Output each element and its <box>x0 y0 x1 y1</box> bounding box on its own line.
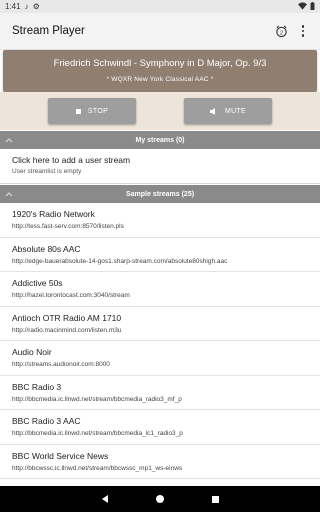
add-stream-title: Click here to add a user stream <box>12 155 131 165</box>
sample-stream-list: 1920's Radio Network http://tess.fast-se… <box>0 203 320 479</box>
list-item[interactable]: Antioch OTR Radio AM 1710 http://radio.m… <box>0 307 320 341</box>
stop-icon <box>75 108 81 114</box>
list-item[interactable]: Absolute 80s AAC http://edge-bauerabsolu… <box>0 238 320 272</box>
chevron-up-icon <box>5 190 13 198</box>
chevron-up-icon <box>5 136 13 144</box>
stream-url: http://bbcmedia.ic.llnwd.net/stream/bbcm… <box>12 430 183 437</box>
music-note-icon: ♪ <box>24 1 29 11</box>
stop-label: STOP <box>87 107 109 115</box>
list-item[interactable]: BBC World Service News http://bbcwssc.ic… <box>0 445 320 479</box>
now-playing-title: Friedrich Schwindl - Symphony in D Major… <box>53 58 267 69</box>
now-playing-station: * WQXR New York Classical AAC * <box>106 76 214 83</box>
mute-label: MUTE <box>224 107 247 115</box>
list-item[interactable]: Addictive 50s http://hazel.torontocast.c… <box>0 272 320 307</box>
stream-name: BBC Radio 3 <box>12 381 62 392</box>
my-streams-header[interactable]: My streams (0) <box>0 131 320 149</box>
mute-button[interactable]: MUTE <box>184 98 272 124</box>
stream-url: http://edge-bauerabsolute-14-gos1.sharp-… <box>12 257 228 265</box>
stream-url: http://tess.fast-serv.com:8570/listen.pl… <box>12 223 124 230</box>
list-item[interactable]: Audio Noir http://streams.audionoir.com:… <box>0 341 320 376</box>
status-bar: 1:41 ♪ ⚙ <box>0 0 320 13</box>
home-icon[interactable] <box>155 495 164 503</box>
speaker-icon <box>209 107 218 115</box>
stream-url: http://hazel.torontocast.com:3040/stream <box>12 292 130 299</box>
app-actions: 2 <box>274 24 308 38</box>
list-item[interactable]: 1920's Radio Network http://tess.fast-se… <box>0 203 320 238</box>
wifi-icon <box>298 1 307 12</box>
stream-name: Antioch OTR Radio AM 1710 <box>12 312 122 323</box>
stream-url: http://streams.audionoir.com:8000 <box>12 361 110 368</box>
stream-name: BBC World Service News <box>12 450 109 461</box>
stream-url: http://bbcmedia.ic.llnwd.net/stream/bbcm… <box>12 395 182 403</box>
recent-apps-icon[interactable] <box>211 495 219 503</box>
stream-name: BBC Radio 3 AAC <box>12 416 81 426</box>
stream-name: Addictive 50s <box>12 278 63 288</box>
app-title: Stream Player <box>12 25 85 37</box>
stream-name: 1920's Radio Network <box>12 209 95 219</box>
now-playing-panel: Friedrich Schwindl - Symphony in D Major… <box>3 50 317 92</box>
battery-icon <box>310 1 315 12</box>
stream-url: http://bbcwssc.ic.llnwd.net/stream/bbcws… <box>12 464 183 472</box>
list-item[interactable]: BBC Radio 3 AAC http://bbcmedia.ic.llnwd… <box>0 410 320 445</box>
playback-controls: STOP MUTE <box>0 92 320 130</box>
stream-url: http://radio.macinmind.com/listen.m3u <box>12 326 122 334</box>
overflow-menu-icon[interactable] <box>298 24 308 38</box>
app-bar: Stream Player 2 <box>0 13 320 50</box>
add-stream-subtitle: User streamlist is empty <box>12 168 82 175</box>
stream-name: Absolute 80s AAC <box>12 243 81 254</box>
status-time: 1:41 <box>5 2 21 11</box>
alarm-clock-icon[interactable]: 2 <box>274 24 288 38</box>
svg-text:2: 2 <box>279 30 282 36</box>
my-streams-title: My streams (0) <box>135 136 185 144</box>
back-icon[interactable] <box>101 495 108 503</box>
status-right <box>298 1 315 12</box>
navigation-bar <box>0 486 320 512</box>
add-user-stream-item[interactable]: Click here to add a user stream User str… <box>0 149 320 184</box>
sample-streams-title: Sample streams (25) <box>125 190 195 198</box>
list-item[interactable]: BBC Radio 3 http://bbcmedia.ic.llnwd.net… <box>0 376 320 410</box>
stream-name: Audio Noir <box>12 347 52 357</box>
status-left: 1:41 ♪ ⚙ <box>5 2 40 11</box>
stop-button[interactable]: STOP <box>48 98 136 124</box>
sample-streams-header[interactable]: Sample streams (25) <box>0 185 320 203</box>
settings-icon: ⚙ <box>32 1 40 11</box>
